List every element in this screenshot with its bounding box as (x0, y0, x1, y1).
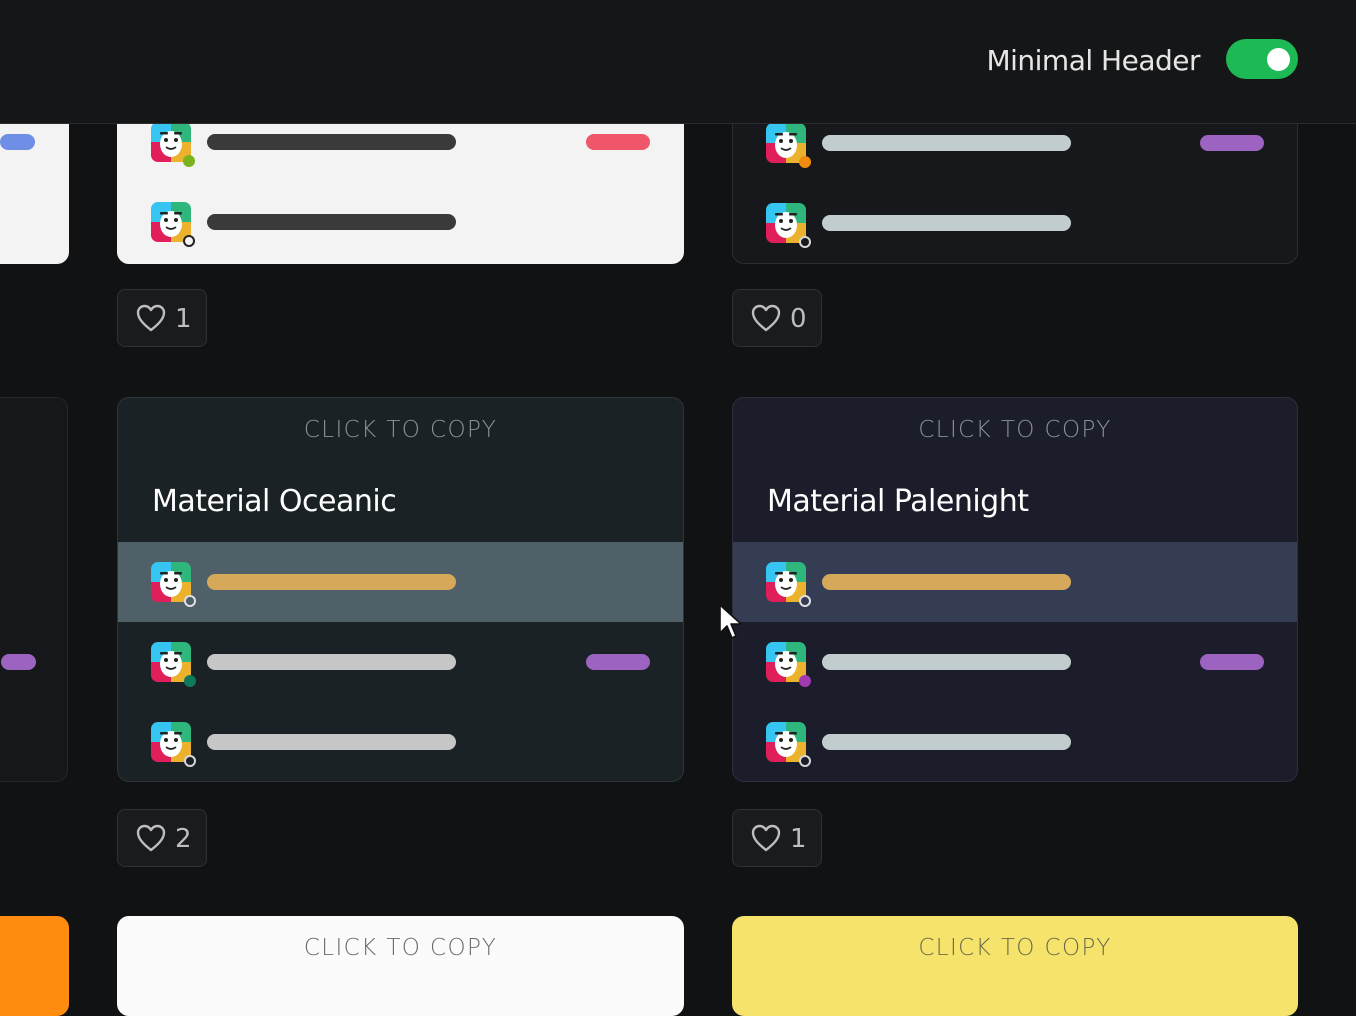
text-bar (207, 574, 456, 590)
accent-pill (0, 134, 35, 150)
heart-icon (136, 824, 166, 852)
list-item-active (733, 542, 1297, 622)
status-dot (799, 675, 811, 687)
like-button[interactable]: 1 (117, 289, 207, 347)
click-to-copy-label[interactable]: CLICK TO COPY (118, 417, 683, 443)
status-dot (799, 755, 811, 767)
status-dot (799, 595, 811, 607)
click-to-copy-label[interactable]: CLICK TO COPY (117, 935, 684, 961)
status-dot (184, 675, 196, 687)
status-dot (799, 236, 811, 248)
minimal-header-label: Minimal Header (986, 44, 1200, 77)
like-count: 2 (175, 824, 192, 854)
status-dot (183, 235, 195, 247)
text-bar (207, 654, 456, 670)
like-count: 0 (790, 304, 807, 334)
toggle-knob (1267, 48, 1290, 71)
list-item (117, 182, 684, 262)
like-button[interactable]: 2 (117, 809, 207, 867)
text-bar (822, 654, 1071, 670)
text-bar (207, 214, 456, 230)
click-to-copy-label[interactable]: CLICK TO COPY (732, 935, 1298, 961)
header: Minimal Header (0, 0, 1356, 124)
accent-pill (1200, 135, 1264, 151)
text-bar (822, 215, 1071, 231)
status-dot (183, 155, 195, 167)
accent-pill (586, 134, 650, 150)
text-bar (207, 734, 456, 750)
text-bar (207, 134, 456, 150)
heart-icon (751, 304, 781, 332)
list-item (733, 702, 1297, 781)
status-dot (799, 156, 811, 168)
list-item-active (118, 542, 683, 622)
text-bar (822, 135, 1071, 151)
text-bar (822, 574, 1071, 590)
accent-pill (586, 654, 650, 670)
theme-title: Material Palenight (767, 484, 1029, 519)
like-count: 1 (175, 304, 192, 334)
accent-pill (1200, 654, 1264, 670)
list-item (733, 183, 1297, 263)
theme-card-partial-left-middle[interactable] (0, 397, 68, 782)
like-button[interactable]: 0 (732, 289, 822, 347)
theme-card-partial-left-bottom[interactable] (0, 916, 69, 1016)
theme-card-yellow[interactable]: CLICK TO COPY (732, 916, 1298, 1016)
like-count: 1 (790, 824, 807, 854)
click-to-copy-label[interactable]: CLICK TO COPY (733, 417, 1297, 443)
list-item (118, 622, 683, 702)
list-item (118, 702, 683, 781)
text-bar (822, 734, 1071, 750)
minimal-header-toggle[interactable] (1226, 39, 1298, 79)
heart-icon (136, 304, 166, 332)
theme-card-material-palenight[interactable]: CLICK TO COPY Material Palenight (732, 397, 1298, 782)
accent-pill (1, 654, 36, 670)
status-dot (184, 755, 196, 767)
theme-card-white[interactable]: CLICK TO COPY (117, 916, 684, 1016)
like-button[interactable]: 1 (732, 809, 822, 867)
cursor-icon (719, 604, 742, 639)
theme-card-material-oceanic[interactable]: CLICK TO COPY Material Oceanic (117, 397, 684, 782)
heart-icon (751, 824, 781, 852)
list-item (733, 622, 1297, 702)
theme-title: Material Oceanic (152, 484, 397, 519)
status-dot (184, 595, 196, 607)
